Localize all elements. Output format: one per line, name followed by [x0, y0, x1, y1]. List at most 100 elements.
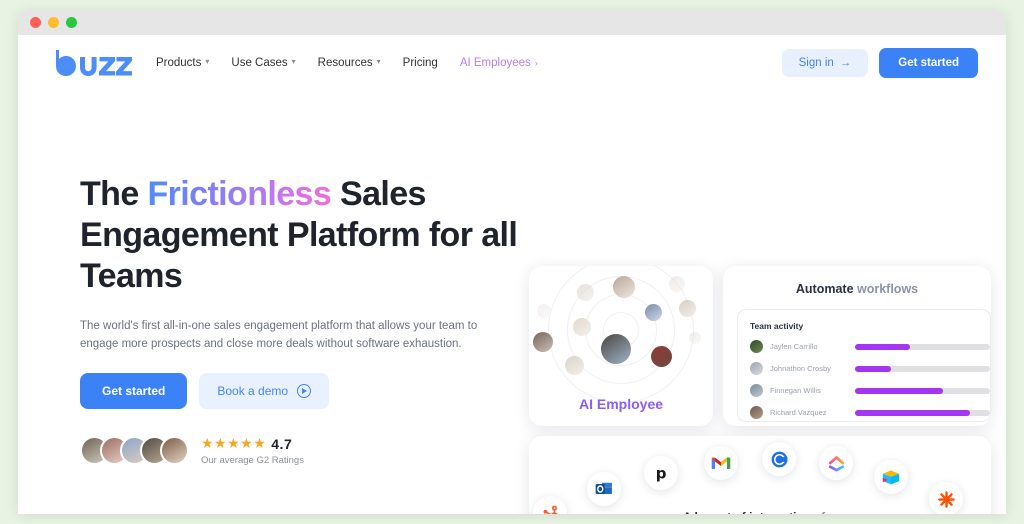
- nav-item-resources[interactable]: Resources ▾: [318, 57, 381, 69]
- team-activity-row: Johnathon Crosby: [750, 362, 990, 375]
- avatar: [651, 346, 672, 367]
- team-activity-panel: Team activity Jaylen Carrillo Johnathon C…: [737, 309, 991, 422]
- team-activity-row: Jaylen Carrillo: [750, 340, 990, 353]
- activity-progress-track: [855, 365, 990, 372]
- pipedrive-icon[interactable]: p: [644, 456, 678, 490]
- nav-item-ai-employees-label: AI Employees: [459, 56, 531, 69]
- page-content: Products ▾ Use Cases ▾ Resources ▾ Prici…: [18, 35, 1006, 514]
- integrations-caption-line1-muted: for: [821, 510, 837, 514]
- avatar: [689, 332, 701, 344]
- nav-item-pricing[interactable]: Pricing: [403, 57, 438, 69]
- hero-left-column: The Frictionless Sales Engagement Platfo…: [18, 174, 523, 466]
- browser-window: Products ▾ Use Cases ▾ Resources ▾ Prici…: [18, 10, 1006, 514]
- nav-item-products-label: Products: [156, 56, 202, 69]
- team-member-name: Johnathon Crosby: [770, 364, 831, 373]
- minimize-window-button[interactable]: [48, 17, 59, 28]
- reviewer-avatars: [80, 436, 189, 465]
- team-activity-label: Team activity: [750, 321, 804, 331]
- hero-cta-row: Get started Book a demo: [80, 373, 523, 409]
- book-a-demo-label: Book a demo: [217, 384, 289, 398]
- headline-part-1: The: [80, 175, 148, 213]
- arrow-right-icon: →: [839, 56, 852, 69]
- window-titlebar: [18, 10, 1006, 35]
- avatar: [750, 384, 763, 397]
- chevron-down-icon: ▾: [291, 56, 296, 66]
- nav-item-use-cases[interactable]: Use Cases ▾: [231, 57, 295, 69]
- outlook-icon[interactable]: [587, 472, 621, 506]
- chevron-down-icon: ▾: [376, 56, 381, 66]
- integrations-caption: A loooot of integrations for your seamle…: [529, 509, 991, 514]
- activity-progress-fill: [855, 343, 911, 350]
- activity-progress-track: [855, 409, 990, 416]
- integrations-caption-line1: A loooot of integrations for: [529, 509, 991, 514]
- automate-workflows-card[interactable]: Automate workflows Team activity Jaylen …: [723, 266, 991, 426]
- avatar: [565, 356, 584, 375]
- close-window-button[interactable]: [30, 17, 41, 28]
- rating-value: 4.7: [271, 435, 293, 452]
- avatar: [679, 300, 696, 317]
- activity-progress-track: [855, 387, 990, 394]
- rating-row: ★★★★★ 4.7 Our average G2 Ratings: [80, 435, 523, 466]
- avatar: [613, 276, 635, 298]
- clickup-icon[interactable]: [819, 446, 853, 480]
- svg-text:p: p: [656, 464, 667, 482]
- activity-progress-fill: [855, 365, 892, 372]
- automate-workflows-title: Automate workflows: [723, 282, 991, 296]
- avatar: [645, 304, 662, 321]
- sign-in-button[interactable]: Sign in →: [781, 48, 869, 77]
- nav-item-products[interactable]: Products ▾: [156, 57, 209, 69]
- automate-workflows-title-muted: workflows: [857, 282, 919, 296]
- nav-actions: Sign in → Get started: [781, 47, 978, 78]
- team-activity-row: Finnegan Willis: [750, 384, 990, 397]
- ai-employee-label: AI Employee: [578, 396, 664, 412]
- hero-right-column: AI Employee Automate workflows Team acti…: [523, 174, 1006, 514]
- avatar: [160, 436, 189, 465]
- avatar: [601, 334, 631, 364]
- activity-progress-fill: [855, 409, 970, 416]
- star-rating: ★★★★★ 4.7: [201, 435, 304, 452]
- team-member-name: Finnegan Willis: [770, 386, 821, 395]
- sign-in-label: Sign in: [798, 56, 834, 69]
- avatar: [533, 332, 553, 352]
- gmail-icon[interactable]: [704, 446, 738, 480]
- buzz-logo[interactable]: [50, 48, 132, 78]
- chevron-right-icon: ›: [534, 57, 538, 68]
- rating-caption: Our average G2 Ratings: [201, 455, 304, 466]
- maximize-window-button[interactable]: [66, 17, 77, 28]
- get-started-hero-button[interactable]: Get started: [80, 373, 188, 409]
- avatar: [577, 284, 594, 301]
- team-member-name: Richard Vazquez: [770, 408, 827, 417]
- integrations-caption-line1-bold: A loooot of integrations: [683, 510, 821, 514]
- avatar: [537, 304, 551, 318]
- nav-item-pricing-label: Pricing: [402, 56, 438, 69]
- chevron-down-icon: ▾: [205, 56, 210, 66]
- integrations-card[interactable]: p: [529, 436, 991, 514]
- automate-workflows-title-bold: Automate: [795, 282, 857, 296]
- book-a-demo-button[interactable]: Book a demo: [199, 373, 330, 409]
- team-member-name: Jaylen Carrillo: [770, 342, 818, 351]
- avatar: [669, 276, 685, 292]
- activity-progress-fill: [855, 387, 943, 394]
- site-navbar: Products ▾ Use Cases ▾ Resources ▾ Prici…: [18, 35, 1006, 90]
- stars-icon: ★★★★★: [201, 435, 267, 451]
- get-started-nav-button[interactable]: Get started: [879, 47, 978, 78]
- nav-item-resources-label: Resources: [317, 56, 373, 69]
- avatar: [750, 362, 763, 375]
- activity-progress-track: [855, 343, 990, 350]
- hero-subtitle: The world's first all-in-one sales engag…: [80, 320, 478, 350]
- airtable-icon[interactable]: [874, 460, 908, 494]
- clearbit-icon[interactable]: [762, 442, 796, 476]
- team-activity-row: Richard Vazquez: [750, 406, 990, 419]
- nav-item-use-cases-label: Use Cases: [231, 56, 288, 69]
- avatar: [750, 406, 763, 419]
- nav-item-ai-employees[interactable]: AI Employees ›: [460, 57, 538, 69]
- rating-text: ★★★★★ 4.7 Our average G2 Ratings: [201, 435, 304, 466]
- nav-links: Products ▾ Use Cases ▾ Resources ▾ Prici…: [156, 57, 538, 69]
- hero-section: The Frictionless Sales Engagement Platfo…: [18, 90, 1006, 514]
- headline-gradient-word: Frictionless: [147, 175, 332, 213]
- page-title: The Frictionless Sales Engagement Platfo…: [80, 174, 523, 297]
- avatar: [750, 340, 763, 353]
- avatar: [573, 318, 591, 336]
- play-icon: [297, 384, 312, 398]
- ai-employee-card[interactable]: AI Employee: [529, 266, 713, 426]
